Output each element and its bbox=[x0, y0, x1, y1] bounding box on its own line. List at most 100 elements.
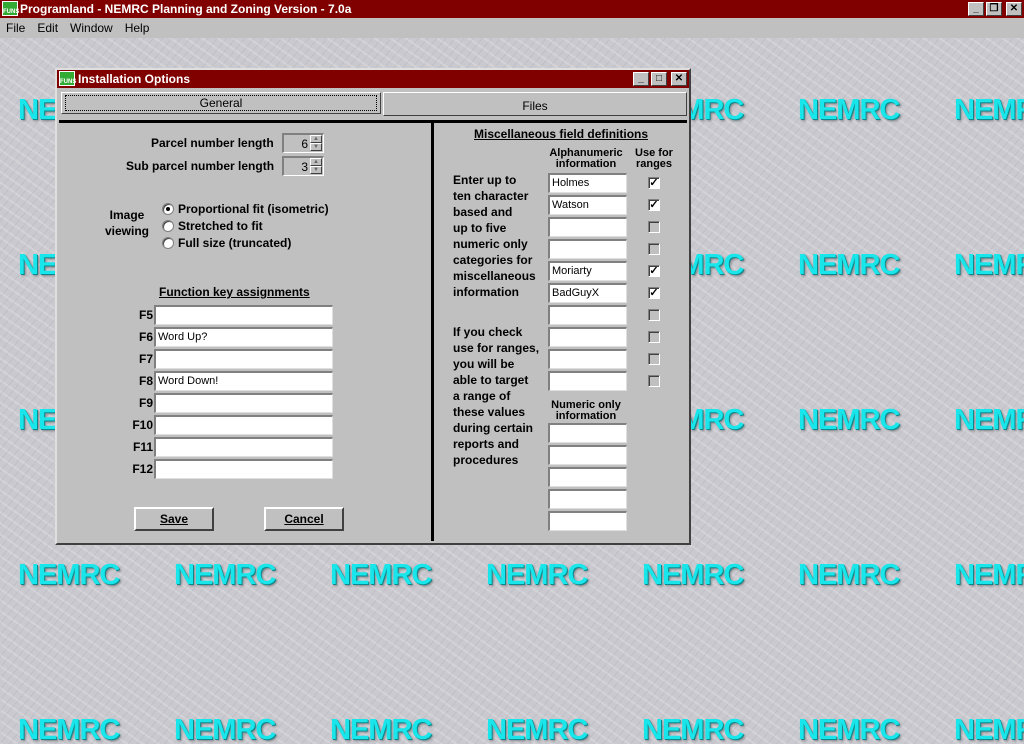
dialog-titlebar[interactable]: FUNS Installation Options _ □ ✕ bbox=[57, 70, 689, 88]
range-checkbox-9[interactable] bbox=[648, 353, 660, 365]
instruction-line: information bbox=[453, 285, 519, 299]
sub-parcel-length-label: Sub parcel number length bbox=[126, 159, 275, 173]
function-key-label: F9 bbox=[138, 396, 153, 410]
menu-file[interactable]: File bbox=[0, 21, 31, 35]
dialog-minimize-button[interactable]: _ bbox=[633, 72, 649, 86]
function-key-input-f10[interactable] bbox=[154, 415, 333, 435]
alpha-field-10[interactable] bbox=[548, 371, 627, 391]
radio-full-size[interactable]: Full size (truncated) bbox=[162, 236, 291, 250]
instruction-line: miscellaneous bbox=[453, 269, 536, 283]
function-key-input-f12[interactable] bbox=[154, 459, 333, 479]
sub-parcel-length-value: 3 bbox=[301, 160, 308, 174]
save-button[interactable]: Save bbox=[134, 507, 214, 531]
nemrc-watermark: NEMRC bbox=[798, 559, 900, 591]
function-key-label: F10 bbox=[132, 418, 153, 432]
menu-bar: File Edit Window Help bbox=[0, 18, 1024, 38]
alpha-field-8[interactable] bbox=[548, 327, 627, 347]
app-restore-button[interactable]: ❐ bbox=[986, 2, 1002, 16]
instruction-line: a range of bbox=[453, 389, 511, 403]
parcel-length-label: Parcel number length bbox=[151, 136, 274, 150]
radio-proportional[interactable]: Proportional fit (isometric) bbox=[162, 202, 329, 216]
radio-dot[interactable] bbox=[162, 237, 174, 249]
instruction-line: Enter up to bbox=[453, 173, 517, 187]
nemrc-watermark: NEMRC bbox=[18, 559, 120, 591]
numeric-column-head: Numeric only information bbox=[545, 400, 627, 422]
app-minimize-button[interactable]: _ bbox=[968, 2, 984, 16]
parcel-length-value: 6 bbox=[301, 137, 308, 151]
function-key-input-f11[interactable] bbox=[154, 437, 333, 457]
alpha-field-6[interactable]: BadGuyX bbox=[548, 283, 627, 303]
spin-down-icon[interactable]: ▼ bbox=[310, 166, 322, 174]
range-checkbox-8[interactable] bbox=[648, 331, 660, 343]
radio-full-size-label: Full size (truncated) bbox=[178, 236, 292, 250]
nemrc-watermark: NEMRC bbox=[954, 714, 1024, 744]
numeric-field-1[interactable] bbox=[548, 423, 627, 443]
parcel-length-spinner[interactable]: 6 ▲ ▼ bbox=[282, 133, 324, 153]
menu-window[interactable]: Window bbox=[64, 21, 119, 35]
app-window-controls: _ ❐ ✕ bbox=[968, 2, 1022, 16]
range-checkbox-3[interactable] bbox=[648, 221, 660, 233]
instruction-line: able to target bbox=[453, 373, 529, 387]
alpha-field-3[interactable] bbox=[548, 217, 627, 237]
tab-general[interactable]: General bbox=[61, 92, 381, 114]
radio-dot[interactable] bbox=[162, 203, 174, 215]
function-key-input-f5[interactable] bbox=[154, 305, 333, 325]
dialog-close-button[interactable]: ✕ bbox=[671, 72, 687, 86]
instruction-line: If you check bbox=[453, 325, 523, 339]
nemrc-watermark: NEMRC bbox=[642, 559, 744, 591]
tab-files[interactable]: Files bbox=[383, 92, 687, 116]
range-checkbox-4[interactable] bbox=[648, 243, 660, 255]
instruction-line: based and bbox=[453, 205, 513, 219]
range-checkbox-7[interactable] bbox=[648, 309, 660, 321]
numeric-field-3[interactable] bbox=[548, 467, 627, 487]
image-viewing-label-2: viewing bbox=[104, 224, 149, 238]
range-column-head: Use for ranges bbox=[631, 148, 677, 170]
spin-up-icon[interactable]: ▲ bbox=[310, 158, 322, 166]
tab-files-label: Files bbox=[522, 99, 548, 113]
dialog-maximize-button[interactable]: □ bbox=[651, 72, 667, 86]
radio-dot[interactable] bbox=[162, 220, 174, 232]
nemrc-watermark: NEMRC bbox=[486, 559, 588, 591]
function-key-input-f7[interactable] bbox=[154, 349, 333, 369]
alpha-field-7[interactable] bbox=[548, 305, 627, 325]
numeric-head-line2: information bbox=[555, 410, 617, 422]
instruction-line: ten character bbox=[453, 189, 529, 203]
spin-up-icon[interactable]: ▲ bbox=[310, 135, 322, 143]
nemrc-watermark: NEMRC bbox=[954, 94, 1024, 126]
range-checkbox-10[interactable] bbox=[648, 375, 660, 387]
function-key-label: F5 bbox=[138, 308, 153, 322]
panel-divider bbox=[59, 120, 687, 123]
function-keys-title: Function key assignments bbox=[159, 285, 310, 299]
numeric-field-2[interactable] bbox=[548, 445, 627, 465]
cancel-button[interactable]: Cancel bbox=[264, 507, 344, 531]
nemrc-watermark: NEMRC bbox=[954, 404, 1024, 436]
function-key-label: F12 bbox=[132, 462, 153, 476]
alpha-field-9[interactable] bbox=[548, 349, 627, 369]
function-key-input-f6[interactable]: Word Up? bbox=[154, 327, 333, 347]
alpha-field-2[interactable]: Watson bbox=[548, 195, 627, 215]
alpha-field-5[interactable]: Moriarty bbox=[548, 261, 627, 281]
radio-stretched[interactable]: Stretched to fit bbox=[162, 219, 263, 233]
app-close-button[interactable]: ✕ bbox=[1006, 2, 1022, 16]
spin-down-icon[interactable]: ▼ bbox=[310, 143, 322, 151]
app-icon[interactable]: FUNS bbox=[2, 1, 19, 16]
instruction-line: reports and bbox=[453, 437, 520, 451]
menu-edit[interactable]: Edit bbox=[31, 21, 64, 35]
radio-stretched-label: Stretched to fit bbox=[178, 219, 263, 233]
function-key-input-f9[interactable] bbox=[154, 393, 333, 413]
range-checkbox-1[interactable]: ✓ bbox=[648, 177, 660, 189]
range-checkbox-5[interactable]: ✓ bbox=[648, 265, 660, 277]
function-key-input-f8[interactable]: Word Down! bbox=[154, 371, 333, 391]
dialog-icon[interactable]: FUNS bbox=[59, 71, 76, 86]
menu-help[interactable]: Help bbox=[119, 21, 156, 35]
range-checkbox-2[interactable]: ✓ bbox=[648, 199, 660, 211]
alpha-field-4[interactable] bbox=[548, 239, 627, 259]
nemrc-watermark: NEMRC bbox=[798, 404, 900, 436]
numeric-field-4[interactable] bbox=[548, 489, 627, 509]
sub-parcel-length-spinner[interactable]: 3 ▲ ▼ bbox=[282, 156, 324, 176]
alpha-field-1[interactable]: Holmes bbox=[548, 173, 627, 193]
numeric-field-5[interactable] bbox=[548, 511, 627, 531]
function-key-label: F7 bbox=[138, 352, 153, 366]
nemrc-watermark: NEMRC bbox=[954, 249, 1024, 281]
range-checkbox-6[interactable]: ✓ bbox=[648, 287, 660, 299]
